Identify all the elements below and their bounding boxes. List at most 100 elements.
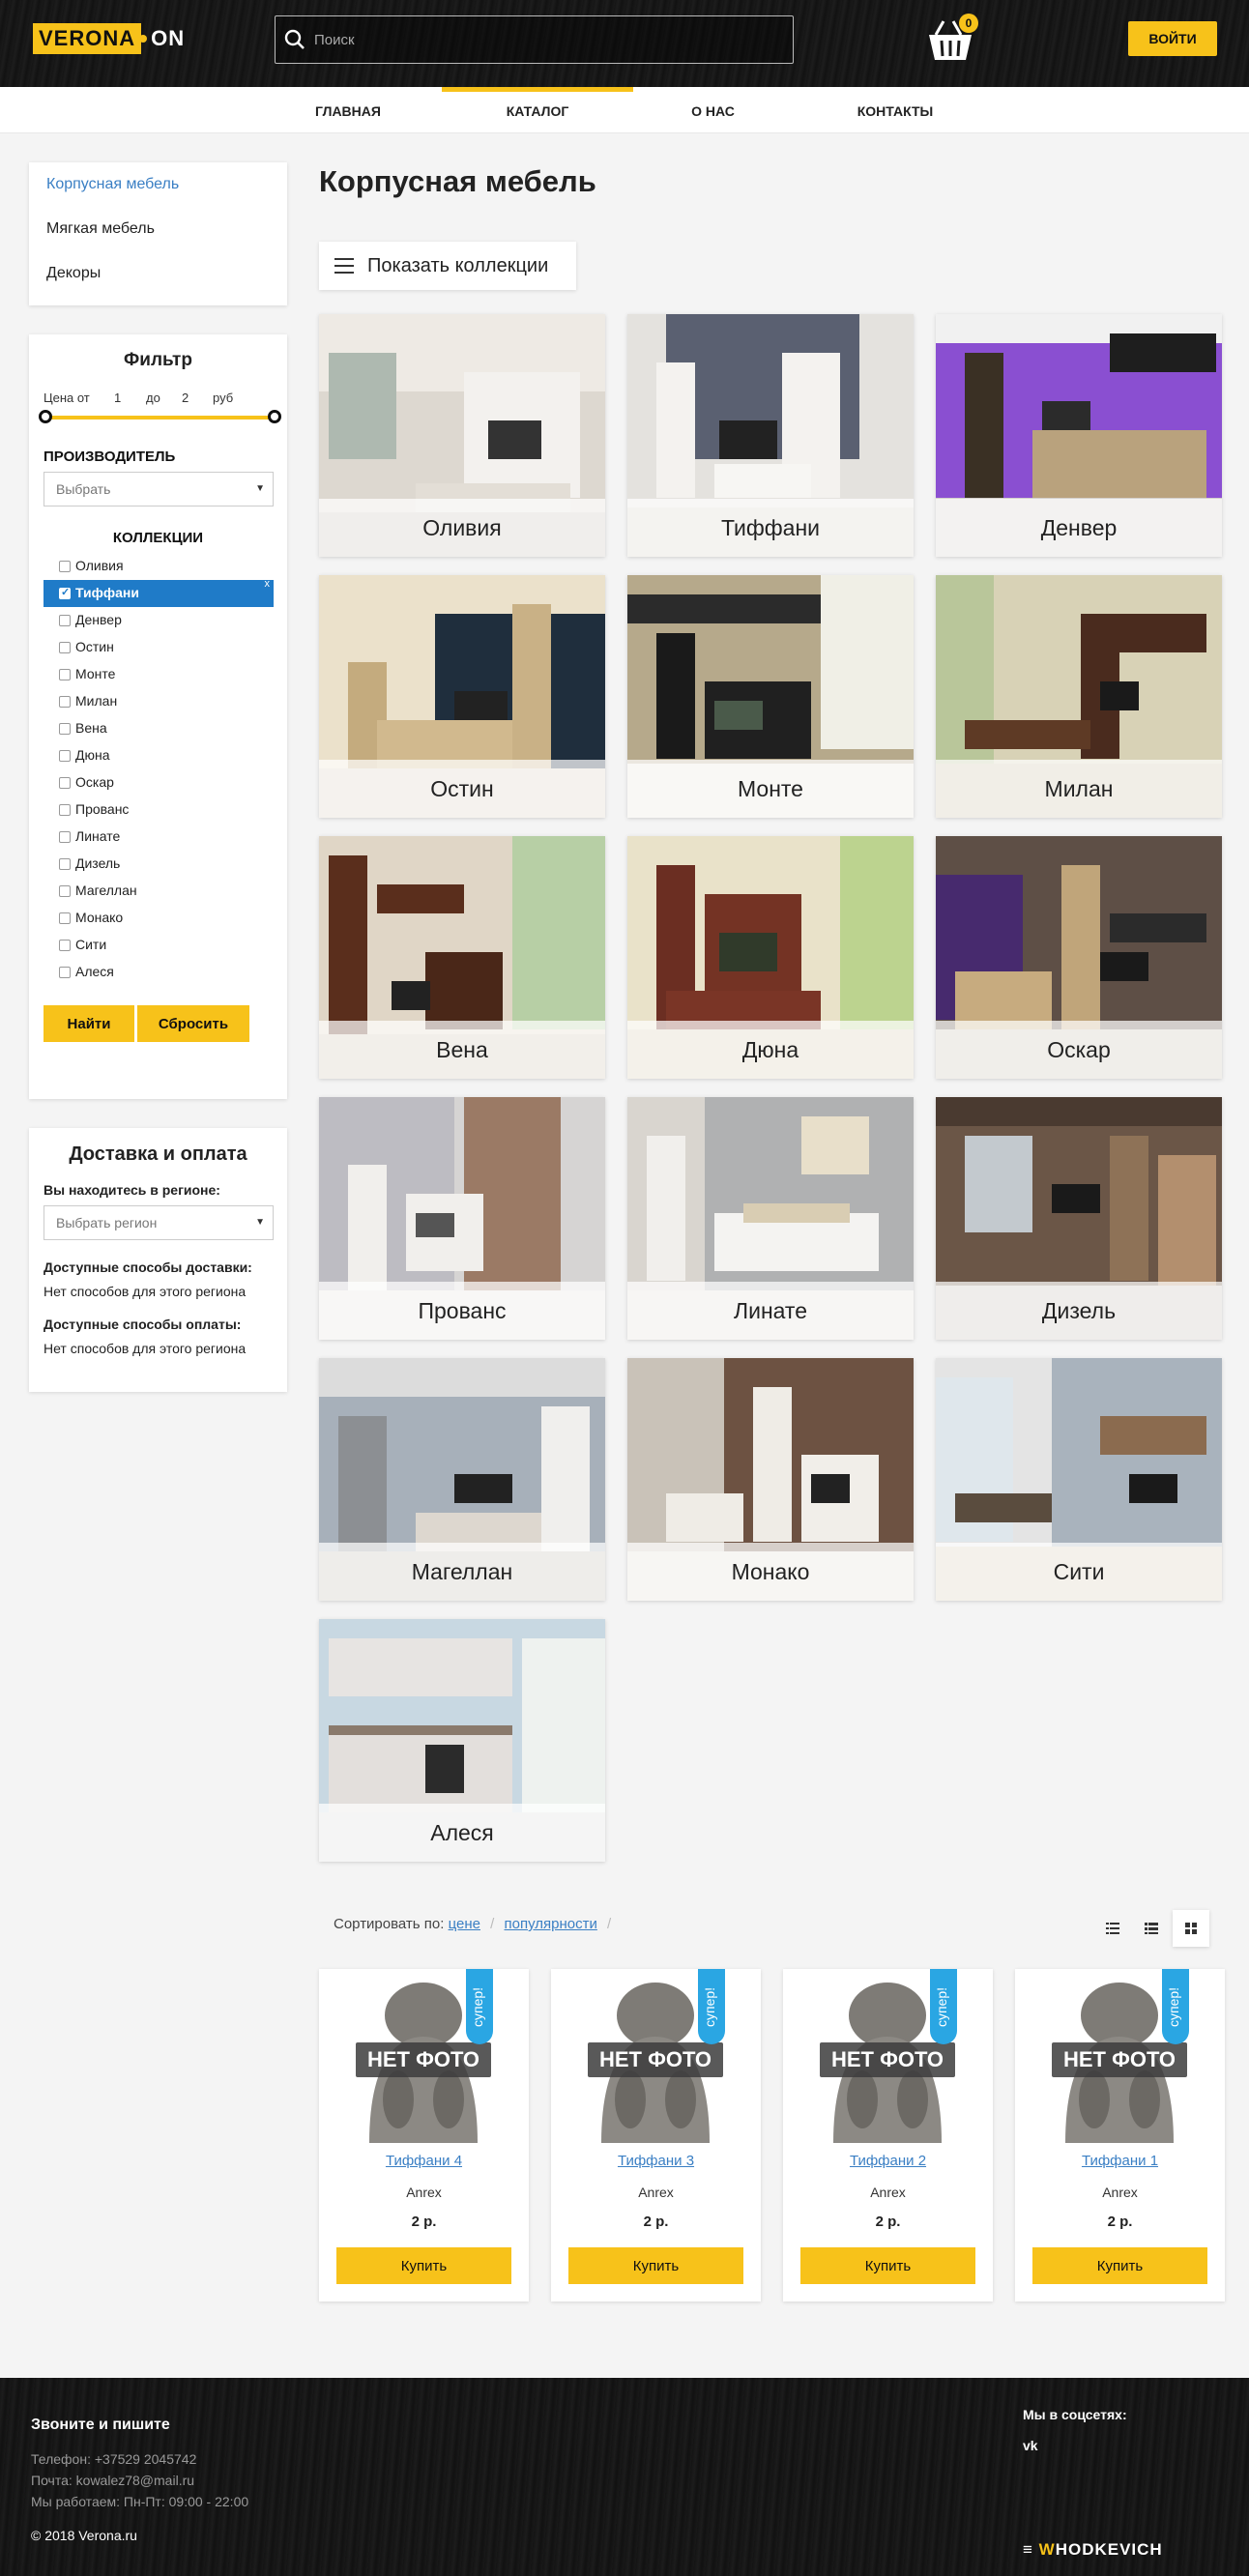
checkbox[interactable]	[59, 777, 71, 789]
collection-checkbox-provans[interactable]: Прованс	[44, 796, 274, 824]
checkbox[interactable]	[59, 723, 71, 735]
collection-tile-milan[interactable]: Милан	[936, 575, 1222, 818]
checkbox[interactable]	[59, 858, 71, 870]
collection-checkbox-milan[interactable]: Милан	[44, 688, 274, 715]
checkbox[interactable]	[59, 885, 71, 897]
collection-checkbox-city[interactable]: Сити	[44, 932, 274, 959]
collection-checkbox-diesel[interactable]: Дизель	[44, 851, 274, 878]
collection-tile-city[interactable]: Сити	[936, 1358, 1222, 1601]
no-photo-label: НЕТ ФОТО	[820, 2042, 955, 2077]
price-to-value[interactable]: 2	[182, 391, 189, 405]
filter-title: Фильтр	[124, 350, 192, 370]
collection-checkbox-tiffany[interactable]: Тиффани x	[44, 578, 274, 607]
checkbox[interactable]	[59, 967, 71, 978]
collection-checkbox-duna[interactable]: Дюна	[44, 742, 274, 769]
category-menu: Корпусная мебель Мягкая мебель Декоры	[29, 162, 287, 305]
buy-button[interactable]: Купить	[568, 2247, 743, 2284]
nav-catalog[interactable]: КАТАЛОГ	[442, 87, 633, 133]
category-decors[interactable]: Декоры	[46, 265, 101, 282]
nav-about[interactable]: О НАС	[657, 87, 769, 133]
buy-button[interactable]: Купить	[800, 2247, 975, 2284]
collection-label: Дизель	[75, 855, 121, 871]
collection-checkbox-linate[interactable]: Линате	[44, 824, 274, 851]
buy-button[interactable]: Купить	[1032, 2247, 1207, 2284]
cart-button[interactable]: 0	[926, 14, 978, 64]
collection-checkbox-austin[interactable]: Остин	[44, 634, 274, 661]
collection-tile-austin[interactable]: Остин	[319, 575, 605, 818]
collection-tile-diesel[interactable]: Дизель	[936, 1097, 1222, 1340]
category-cabinet-furniture[interactable]: Корпусная мебель	[46, 176, 179, 193]
price-slider-max-handle[interactable]	[268, 410, 281, 423]
collection-checkbox-denver[interactable]: Денвер	[44, 607, 274, 634]
product-brand: Anrex	[1102, 2185, 1138, 2200]
collection-tile-tiffany[interactable]: Тиффани	[627, 314, 914, 557]
collection-tile-denver[interactable]: Денвер	[936, 314, 1222, 557]
collection-checkbox-vena[interactable]: Вена	[44, 715, 274, 742]
collection-tile-oscar[interactable]: Оскар	[936, 836, 1222, 1079]
collection-checkbox-oscar[interactable]: Оскар	[44, 769, 274, 796]
checkbox[interactable]	[59, 696, 71, 708]
reset-button[interactable]: Сбросить	[137, 1005, 249, 1042]
checkbox[interactable]	[59, 940, 71, 951]
product-name-link[interactable]: Тиффани 1	[1015, 2153, 1225, 2169]
collection-tile-provans[interactable]: Прованс	[319, 1097, 605, 1340]
vk-icon[interactable]: vk	[1023, 2438, 1038, 2453]
search-icon[interactable]	[276, 16, 314, 63]
checkbox[interactable]	[59, 750, 71, 762]
product-name-link[interactable]: Тиффани 3	[551, 2153, 761, 2169]
category-upholstered-furniture[interactable]: Мягкая мебель	[46, 220, 155, 238]
manufacturer-select[interactable]: Выбрать ▼	[44, 472, 274, 507]
collection-tile-monaco[interactable]: Монако	[627, 1358, 914, 1601]
sort-by-popularity-link[interactable]: популярности	[505, 1916, 597, 1932]
no-photo-label: НЕТ ФОТО	[356, 2042, 491, 2077]
collection-label: Монте	[75, 666, 116, 681]
collection-tile-magellan[interactable]: Магеллан	[319, 1358, 605, 1601]
checkbox[interactable]	[59, 669, 71, 680]
checkbox[interactable]	[59, 642, 71, 653]
search-box	[275, 15, 794, 64]
footer-email[interactable]: Почта: kowalez78@mail.ru	[31, 2473, 194, 2488]
sort-separator: /	[490, 1916, 495, 1932]
price-slider-min-handle[interactable]	[39, 410, 52, 423]
checkbox[interactable]	[59, 912, 71, 924]
view-detailed-list-button[interactable]	[1094, 1910, 1131, 1947]
product-brand: Anrex	[638, 2185, 674, 2200]
search-input[interactable]	[314, 31, 778, 48]
login-button[interactable]: ВОЙТИ	[1128, 21, 1217, 56]
view-grid-button[interactable]	[1173, 1910, 1209, 1947]
collection-tile-linate[interactable]: Линате	[627, 1097, 914, 1340]
developer-credit[interactable]: ≡ WHODKEVICH	[1023, 2540, 1163, 2560]
collection-caption: Линате	[627, 1282, 914, 1340]
checkbox[interactable]	[59, 586, 71, 599]
collection-tile-alesya[interactable]: Алеся	[319, 1619, 605, 1862]
collection-tile-duna[interactable]: Дюна	[627, 836, 914, 1079]
show-collections-button[interactable]: Показать коллекции	[319, 242, 576, 290]
price-slider-track[interactable]	[44, 416, 275, 420]
collection-tile-olivia[interactable]: Оливия	[319, 314, 605, 557]
collection-caption: Оскар	[936, 1021, 1222, 1079]
collection-checkbox-magellan[interactable]: Магеллан	[44, 878, 274, 905]
logo[interactable]: VERONA ON	[33, 23, 185, 54]
nav-home[interactable]: ГЛАВНАЯ	[290, 87, 406, 133]
region-select[interactable]: Выбрать регион ▼	[44, 1205, 274, 1240]
buy-button[interactable]: Купить	[336, 2247, 511, 2284]
collection-checkbox-olivia[interactable]: Оливия	[44, 553, 274, 580]
checkbox[interactable]	[59, 615, 71, 626]
checkbox[interactable]	[59, 831, 71, 843]
collection-checkbox-alesya[interactable]: Алеся	[44, 959, 274, 986]
find-button[interactable]: Найти	[44, 1005, 134, 1042]
price-from-value[interactable]: 1	[114, 391, 121, 405]
remove-selection-icon[interactable]: x	[265, 578, 271, 590]
checkbox[interactable]	[59, 561, 71, 572]
collection-checkbox-monaco[interactable]: Монако	[44, 905, 274, 932]
product-name-link[interactable]: Тиффани 2	[783, 2153, 993, 2169]
checkbox[interactable]	[59, 804, 71, 816]
nav-contacts[interactable]: КОНТАКТЫ	[837, 87, 953, 133]
logo-left: VERONA	[33, 23, 142, 54]
collection-tile-monte[interactable]: Монте	[627, 575, 914, 818]
sort-by-price-link[interactable]: цене	[449, 1916, 480, 1932]
collection-checkbox-monte[interactable]: Монте	[44, 661, 274, 688]
collection-tile-vena[interactable]: Вена	[319, 836, 605, 1079]
view-list-button[interactable]	[1133, 1910, 1170, 1947]
product-name-link[interactable]: Тиффани 4	[319, 2153, 529, 2169]
